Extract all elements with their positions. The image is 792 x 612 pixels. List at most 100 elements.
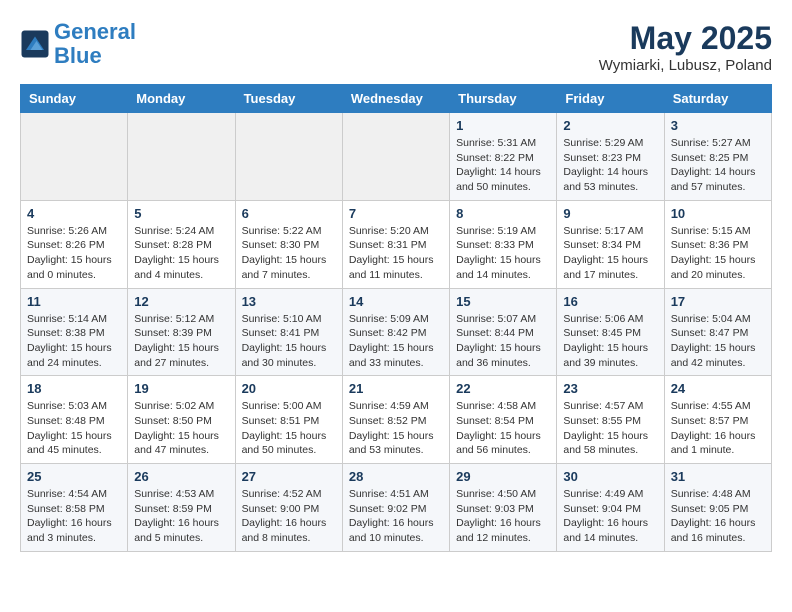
- calendar-cell: 27Sunrise: 4:52 AM Sunset: 9:00 PM Dayli…: [235, 464, 342, 552]
- day-number: 4: [27, 206, 121, 221]
- calendar-cell: 1 Sunrise: 5:31 AM Sunset: 8:22 PM Daylig…: [450, 113, 557, 201]
- page-header: General Blue May 2025 Wymiarki, Lubusz, …: [20, 20, 772, 74]
- day-detail: Sunrise: 5:20 AM Sunset: 8:31 PM Dayligh…: [349, 224, 443, 283]
- day-detail: Sunrise: 4:58 AM Sunset: 8:54 PM Dayligh…: [456, 399, 550, 458]
- calendar-cell: 31Sunrise: 4:48 AM Sunset: 9:05 PM Dayli…: [664, 464, 771, 552]
- calendar-cell: 16 Sunrise: 5:06 AM Sunset: 8:45 PM Dayli…: [557, 288, 664, 376]
- day-number: 22: [456, 381, 550, 396]
- calendar-cell: 11Sunrise: 5:14 AM Sunset: 8:38 PM Dayli…: [21, 288, 128, 376]
- day-detail: Sunrise: 5:09 AM Sunset: 8:42 PM Dayligh…: [349, 312, 443, 371]
- logo-line2: Blue: [54, 43, 102, 68]
- weekday-label: Friday: [557, 85, 664, 113]
- day-number: 12: [134, 294, 228, 309]
- calendar-cell: 26 Sunrise: 4:53 AM Sunset: 8:59 PM Dayli…: [128, 464, 235, 552]
- calendar-cell: 10 Sunrise: 5:15 AM Sunset: 8:36 PM Dayli…: [664, 200, 771, 288]
- calendar-cell: 2Sunrise: 5:29 AM Sunset: 8:23 PM Daylig…: [557, 113, 664, 201]
- calendar-week-row: 1 Sunrise: 5:31 AM Sunset: 8:22 PM Daylig…: [21, 113, 772, 201]
- day-number: 23: [563, 381, 657, 396]
- calendar-cell: 28 Sunrise: 4:51 AM Sunset: 9:02 PM Dayli…: [342, 464, 449, 552]
- calendar-cell: 30Sunrise: 4:49 AM Sunset: 9:04 PM Dayli…: [557, 464, 664, 552]
- weekday-label: Wednesday: [342, 85, 449, 113]
- day-detail: Sunrise: 5:31 AM Sunset: 8:22 PM Dayligh…: [456, 136, 550, 195]
- day-detail: Sunrise: 4:53 AM Sunset: 8:59 PM Dayligh…: [134, 487, 228, 546]
- day-number: 19: [134, 381, 228, 396]
- month-title: May 2025: [599, 20, 772, 57]
- day-detail: Sunrise: 5:03 AM Sunset: 8:48 PM Dayligh…: [27, 399, 121, 458]
- day-number: 16: [563, 294, 657, 309]
- day-detail: Sunrise: 4:59 AM Sunset: 8:52 PM Dayligh…: [349, 399, 443, 458]
- logo-text: General Blue: [54, 20, 136, 68]
- location-subtitle: Wymiarki, Lubusz, Poland: [599, 57, 772, 74]
- calendar-cell: 7Sunrise: 5:20 AM Sunset: 8:31 PM Daylig…: [342, 200, 449, 288]
- calendar-cell: [235, 113, 342, 201]
- calendar-cell: 29Sunrise: 4:50 AM Sunset: 9:03 PM Dayli…: [450, 464, 557, 552]
- logo-line1: General: [54, 19, 136, 44]
- calendar-cell: 14 Sunrise: 5:09 AM Sunset: 8:42 PM Dayli…: [342, 288, 449, 376]
- day-number: 26: [134, 469, 228, 484]
- calendar-cell: 8Sunrise: 5:19 AM Sunset: 8:33 PM Daylig…: [450, 200, 557, 288]
- weekday-label: Tuesday: [235, 85, 342, 113]
- day-number: 14: [349, 294, 443, 309]
- day-detail: Sunrise: 5:19 AM Sunset: 8:33 PM Dayligh…: [456, 224, 550, 283]
- calendar-cell: 25 Sunrise: 4:54 AM Sunset: 8:58 PM Dayli…: [21, 464, 128, 552]
- calendar-cell: 12Sunrise: 5:12 AM Sunset: 8:39 PM Dayli…: [128, 288, 235, 376]
- day-number: 21: [349, 381, 443, 396]
- weekday-label: Monday: [128, 85, 235, 113]
- calendar-cell: [21, 113, 128, 201]
- calendar-cell: 20Sunrise: 5:00 AM Sunset: 8:51 PM Dayli…: [235, 376, 342, 464]
- calendar-week-row: 18Sunrise: 5:03 AM Sunset: 8:48 PM Dayli…: [21, 376, 772, 464]
- day-number: 1: [456, 118, 550, 133]
- day-detail: Sunrise: 5:02 AM Sunset: 8:50 PM Dayligh…: [134, 399, 228, 458]
- weekday-label: Saturday: [664, 85, 771, 113]
- calendar-body: 1 Sunrise: 5:31 AM Sunset: 8:22 PM Daylig…: [21, 113, 772, 552]
- calendar-cell: 24Sunrise: 4:55 AM Sunset: 8:57 PM Dayli…: [664, 376, 771, 464]
- day-number: 25: [27, 469, 121, 484]
- calendar-cell: [342, 113, 449, 201]
- calendar-cell: [128, 113, 235, 201]
- day-number: 17: [671, 294, 765, 309]
- day-detail: Sunrise: 5:26 AM Sunset: 8:26 PM Dayligh…: [27, 224, 121, 283]
- day-number: 28: [349, 469, 443, 484]
- day-number: 6: [242, 206, 336, 221]
- day-detail: Sunrise: 5:00 AM Sunset: 8:51 PM Dayligh…: [242, 399, 336, 458]
- day-number: 24: [671, 381, 765, 396]
- calendar-cell: 18Sunrise: 5:03 AM Sunset: 8:48 PM Dayli…: [21, 376, 128, 464]
- day-detail: Sunrise: 5:07 AM Sunset: 8:44 PM Dayligh…: [456, 312, 550, 371]
- title-block: May 2025 Wymiarki, Lubusz, Poland: [599, 20, 772, 74]
- day-detail: Sunrise: 4:57 AM Sunset: 8:55 PM Dayligh…: [563, 399, 657, 458]
- day-number: 10: [671, 206, 765, 221]
- day-detail: Sunrise: 4:51 AM Sunset: 9:02 PM Dayligh…: [349, 487, 443, 546]
- day-number: 5: [134, 206, 228, 221]
- calendar-cell: 19 Sunrise: 5:02 AM Sunset: 8:50 PM Dayli…: [128, 376, 235, 464]
- day-detail: Sunrise: 5:15 AM Sunset: 8:36 PM Dayligh…: [671, 224, 765, 283]
- calendar-cell: 13Sunrise: 5:10 AM Sunset: 8:41 PM Dayli…: [235, 288, 342, 376]
- day-detail: Sunrise: 5:17 AM Sunset: 8:34 PM Dayligh…: [563, 224, 657, 283]
- calendar-cell: 3Sunrise: 5:27 AM Sunset: 8:25 PM Daylig…: [664, 113, 771, 201]
- day-number: 9: [563, 206, 657, 221]
- weekday-label: Sunday: [21, 85, 128, 113]
- logo: General Blue: [20, 20, 136, 68]
- calendar-cell: 15 Sunrise: 5:07 AM Sunset: 8:44 PM Dayli…: [450, 288, 557, 376]
- calendar-cell: 4 Sunrise: 5:26 AM Sunset: 8:26 PM Daylig…: [21, 200, 128, 288]
- day-number: 15: [456, 294, 550, 309]
- day-detail: Sunrise: 5:06 AM Sunset: 8:45 PM Dayligh…: [563, 312, 657, 371]
- calendar-cell: 6Sunrise: 5:22 AM Sunset: 8:30 PM Daylig…: [235, 200, 342, 288]
- day-number: 30: [563, 469, 657, 484]
- calendar-week-row: 4 Sunrise: 5:26 AM Sunset: 8:26 PM Daylig…: [21, 200, 772, 288]
- day-number: 31: [671, 469, 765, 484]
- calendar-week-row: 11Sunrise: 5:14 AM Sunset: 8:38 PM Dayli…: [21, 288, 772, 376]
- day-detail: Sunrise: 4:54 AM Sunset: 8:58 PM Dayligh…: [27, 487, 121, 546]
- day-number: 2: [563, 118, 657, 133]
- day-number: 3: [671, 118, 765, 133]
- day-detail: Sunrise: 4:50 AM Sunset: 9:03 PM Dayligh…: [456, 487, 550, 546]
- weekday-label: Thursday: [450, 85, 557, 113]
- day-detail: Sunrise: 4:52 AM Sunset: 9:00 PM Dayligh…: [242, 487, 336, 546]
- calendar-cell: 17 Sunrise: 5:04 AM Sunset: 8:47 PM Dayli…: [664, 288, 771, 376]
- day-detail: Sunrise: 5:14 AM Sunset: 8:38 PM Dayligh…: [27, 312, 121, 371]
- calendar-table: SundayMondayTuesdayWednesdayThursdayFrid…: [20, 84, 772, 552]
- calendar-cell: 22 Sunrise: 4:58 AM Sunset: 8:54 PM Dayli…: [450, 376, 557, 464]
- day-detail: Sunrise: 5:10 AM Sunset: 8:41 PM Dayligh…: [242, 312, 336, 371]
- logo-icon: [20, 29, 50, 59]
- day-detail: Sunrise: 5:04 AM Sunset: 8:47 PM Dayligh…: [671, 312, 765, 371]
- calendar-week-row: 25 Sunrise: 4:54 AM Sunset: 8:58 PM Dayli…: [21, 464, 772, 552]
